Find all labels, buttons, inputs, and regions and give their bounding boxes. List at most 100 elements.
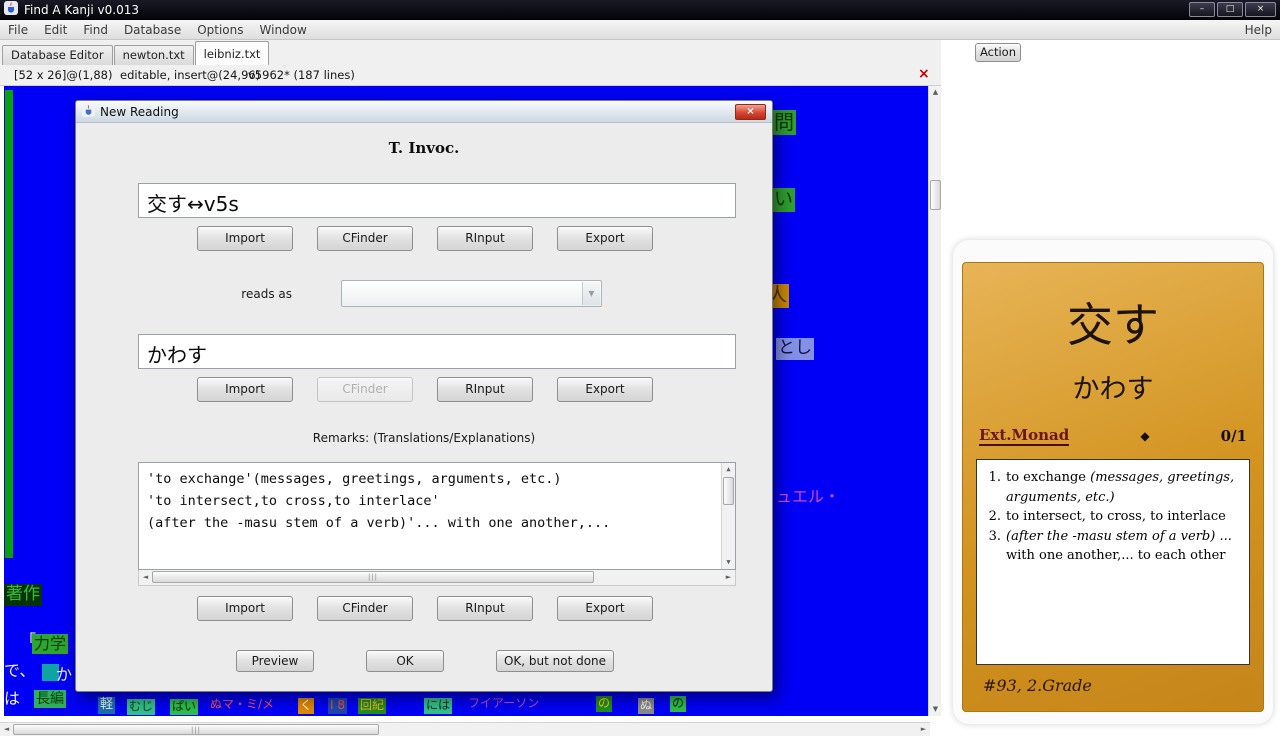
export-button[interactable]: Export [557,377,653,402]
main-vertical-scrollbar[interactable]: ▲ ▼ [928,86,941,716]
menu-item-find[interactable]: Find [75,20,116,40]
status-edit-mode: editable, insert@(24,96) [120,68,261,82]
diamond-icon: ◆ [1140,429,1150,443]
meaning-number: 1. [988,470,1001,485]
meaning-item: 2. to intersect, to cross, to interlace [981,507,1241,527]
reading-button-row: Import CFinder RInput Export [76,377,774,402]
background-glyph: 軽 [98,697,116,714]
remarks-line: 'to intersect,to cross,to interlace' [147,492,440,509]
cfinder-button[interactable]: CFinder [317,226,413,251]
scroll-thumb[interactable] [930,180,941,210]
remarks-button-row: Import CFinder RInput Export [76,596,774,621]
rinput-button[interactable]: RInput [437,596,533,621]
reading-dropdown[interactable]: ▼ [341,280,602,307]
scroll-left-icon[interactable]: ◄ [139,571,152,584]
window-controls: – □ × [1189,2,1276,17]
menu-item-window[interactable]: Window [252,20,315,40]
scroll-thumb[interactable] [723,477,734,505]
card-reading: かわす [1072,374,1154,405]
scroll-thumb[interactable]: ||| [152,571,594,583]
meaning-item: 3. (after the -masu stem of a verb) ... … [981,527,1241,566]
export-button[interactable]: Export [557,596,653,621]
card-meanings-box: 1. to exchange (messages, greetings, arg… [976,459,1250,665]
menu-item-options[interactable]: Options [189,20,251,40]
remarks-textarea[interactable]: 'to exchange'(messages, greetings, argum… [138,462,736,570]
meaning-item: 1. to exchange (messages, greetings, arg… [981,468,1241,507]
status-file-info: v5962* (187 lines) [248,68,355,82]
menu-item-edit[interactable]: Edit [36,20,75,40]
background-glyph: フイアーソン [468,696,540,710]
status-geometry: [52 x 26]@(1,88) [14,68,113,82]
remarks-line: (after the -masu stem of a verb)'... wit… [147,514,611,531]
dialog-close-button[interactable]: × [735,104,766,120]
menu-bar: File Edit Find Database Options Window Help [0,20,1280,40]
remarks-vertical-scrollbar[interactable]: ▲ ▼ [721,463,735,569]
rinput-button[interactable]: RInput [437,377,533,402]
scroll-left-icon[interactable]: ◄ [0,723,13,736]
java-app-icon [4,1,18,18]
main-horizontal-scrollbar[interactable]: ◄ ||| ► [0,722,930,736]
dialog-heading: T. Invoc. [388,139,460,157]
export-button[interactable]: Export [557,226,653,251]
left-green-strip [5,90,13,558]
tab-close-icon[interactable]: × [918,66,930,82]
background-glyph: 著作 [4,584,42,606]
scroll-right-icon[interactable]: ► [917,723,930,736]
background-glyph: く [298,698,315,714]
scroll-down-icon[interactable]: ▼ [722,556,735,569]
dialog-title-bar[interactable]: New Reading [76,101,772,123]
dialog-title: New Reading [100,104,179,119]
title-bar: Find A Kanji v0.013 – □ × [0,0,1280,20]
import-button[interactable]: Import [197,377,293,402]
background-glyph: ぱい [170,699,199,715]
tab-newton-txt[interactable]: newton.txt [113,45,194,65]
card-tag-row: Ext.Monad ◆ 0/1 [979,426,1247,446]
scroll-thumb[interactable]: ||| [13,724,379,735]
background-glyph: とし [776,338,814,360]
remarks-horizontal-scrollbar[interactable]: ◄ ||| ► [138,570,736,586]
ok-button[interactable]: OK [366,650,444,672]
scroll-right-icon[interactable]: ► [722,571,735,584]
action-button[interactable]: Action [975,43,1021,62]
app-window: Find A Kanji v0.013 – □ × File Edit Find Da… [0,0,1280,739]
kanji-input[interactable]: 交す↔v5s [138,183,736,218]
card-kanji: 交す [1067,298,1159,352]
cfinder-button[interactable]: CFinder [317,596,413,621]
menu-item-help[interactable]: Help [1245,20,1272,40]
background-glyph: い [772,188,796,212]
reading-input[interactable]: かわす [138,334,736,369]
background-glyph: で、 [4,661,36,680]
tab-leibniz-txt[interactable]: leibniz.txt [194,41,270,65]
ok-but-not-done-button[interactable]: OK, but not done [496,650,614,672]
background-glyph: ぬマ・ミ/メ [210,697,275,711]
kanji-flashcard: 交す かわす Ext.Monad ◆ 0/1 1. to exchange (m… [962,262,1264,712]
new-reading-dialog: New Reading × T. Invoc. 交す↔v5s Import CFi… [75,100,773,692]
import-button[interactable]: Import [197,596,293,621]
background-glyph: の [670,696,687,712]
cfinder-button: CFinder [317,377,413,402]
meaning-number: 2. [988,509,1001,524]
background-glyph: ぬ [638,698,655,714]
minimize-button[interactable]: – [1189,2,1215,17]
close-button[interactable]: × [1245,2,1276,17]
window-title: Find A Kanji v0.013 [24,2,139,17]
meaning-text: to intersect, to cross, to interlace [1006,509,1226,524]
preview-button[interactable]: Preview [236,650,314,672]
background-glyph: I 8 [328,698,347,714]
background-glyph: むじ [127,699,156,715]
menu-item-file[interactable]: File [0,20,36,40]
tab-database-editor[interactable]: Database Editor [2,45,113,65]
rinput-button[interactable]: RInput [437,226,533,251]
card-footer: #93, 2.Grade [983,676,1092,695]
scroll-up-icon[interactable]: ▲ [722,463,735,476]
background-glyph: の [596,696,613,712]
menu-item-database[interactable]: Database [116,20,189,40]
import-button[interactable]: Import [197,226,293,251]
background-glyph: か [56,665,73,684]
right-panel: Action 交す かわす Ext.Monad ◆ 0/1 1. to exch… [941,40,1280,739]
background-glyph: 長編 [34,690,66,709]
chevron-down-icon[interactable]: ▼ [582,282,600,305]
editor-canvas[interactable]: 問い人とし ュエル・ 著作「力学 で、 かは長編軽むじ ぱい ぬマ・ミ/メく I 8 回紀 には… [4,86,928,716]
card-counter: 0/1 [1220,427,1247,445]
maximize-button[interactable]: □ [1217,2,1243,17]
